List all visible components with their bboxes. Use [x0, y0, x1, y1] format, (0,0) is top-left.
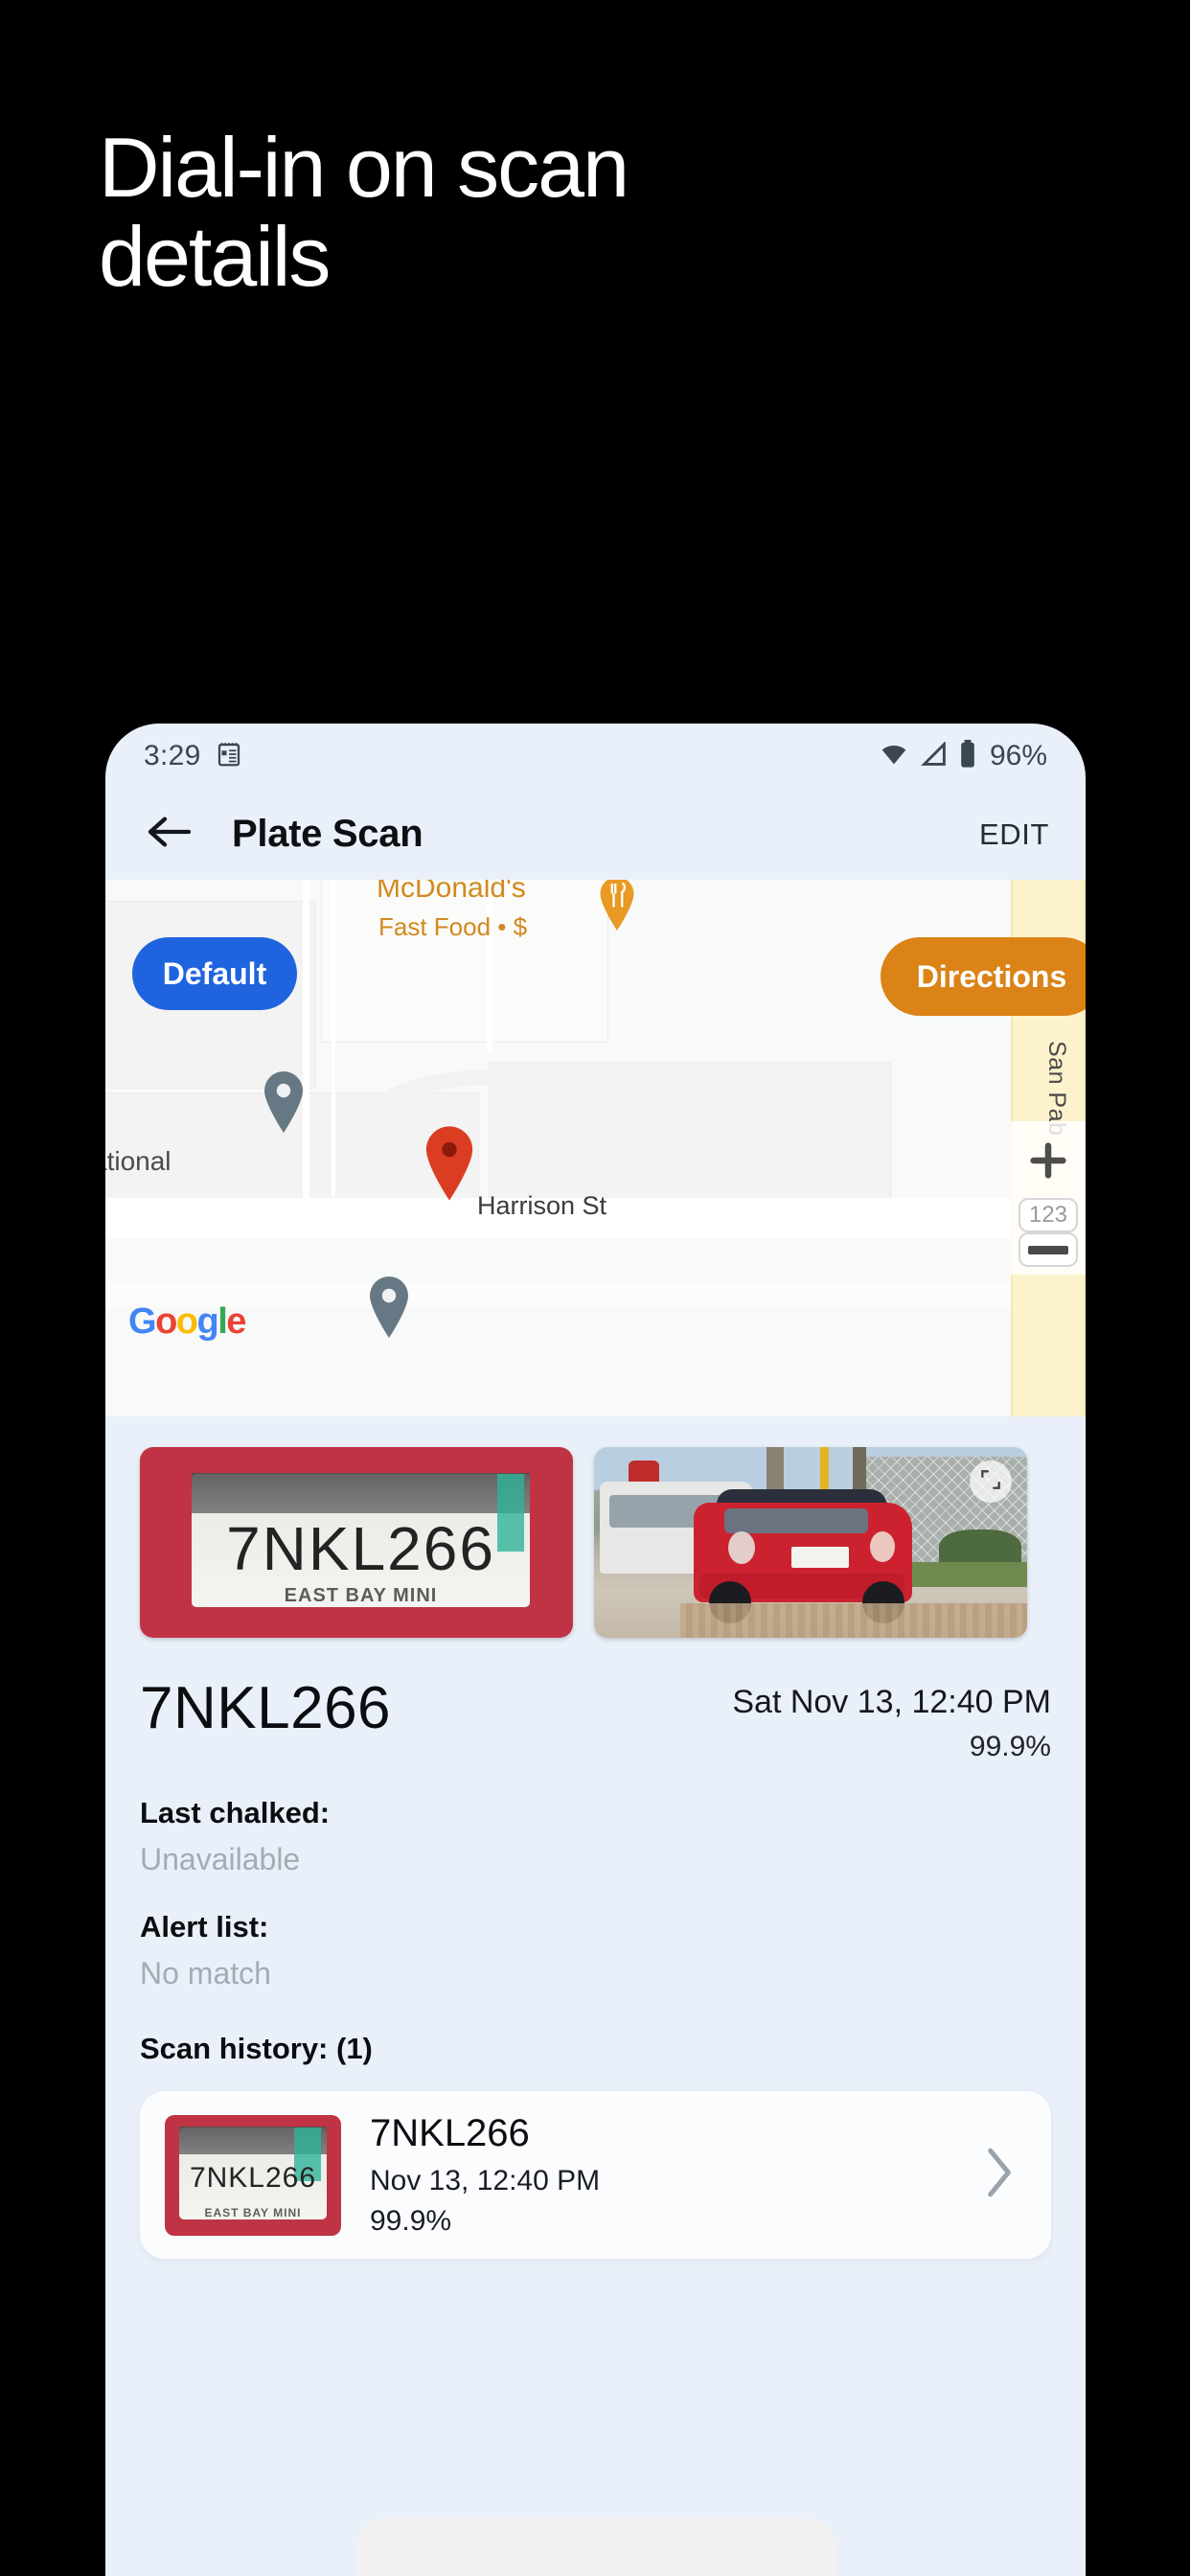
map-zoom-out-button[interactable] [1018, 1232, 1078, 1267]
scan-plate-number: 7NKL266 [140, 1675, 392, 1741]
map-view[interactable]: McDonald's Fast Food • $ San Pab ational… [105, 880, 1086, 1416]
status-time: 3:29 [144, 740, 201, 771]
app-bar: Plate Scan EDIT [105, 789, 1086, 880]
scan-confidence: 99.9% [969, 1731, 1051, 1762]
field-last-chalked-value: Unavailable [140, 1842, 301, 1876]
plate-photo[interactable]: 7NKL266 EAST BAY MINI [140, 1447, 573, 1638]
back-arrow-icon [146, 813, 194, 856]
chevron-right-icon [982, 2148, 1015, 2202]
plate-photo-inner: 7NKL266 EAST BAY MINI [192, 1472, 530, 1608]
scan-history-thumb-frame-text: EAST BAY MINI [204, 2206, 302, 2220]
plate-photo-frame-text: EAST BAY MINI [284, 1585, 438, 1607]
scan-meta: Sat Nov 13, 12:40 PM 99.9% [732, 1674, 1051, 1763]
edit-button[interactable]: EDIT [979, 817, 1049, 852]
page-title: Plate Scan [232, 813, 423, 855]
expand-icon [978, 1467, 1003, 1497]
map-street-label-partial: ational [105, 1146, 172, 1176]
vehicle-photo-taillight-left [728, 1531, 755, 1564]
page-headline: Dial-in on scan details [99, 120, 629, 305]
field-last-chalked-label: Last chalked: [140, 1796, 331, 1829]
field-last-chalked: Last chalked: Unavailable [140, 1796, 1051, 1877]
field-alert-list-label: Alert list: [140, 1910, 269, 1944]
scan-timestamp: Sat Nov 13, 12:40 PM [732, 1684, 1051, 1720]
vehicle-photo-plate [791, 1547, 849, 1568]
map-poi-subtitle: Fast Food • $ [378, 912, 528, 941]
scan-history-confidence: 99.9% [370, 2205, 452, 2237]
status-bar: 3:29 96% [105, 724, 1086, 789]
map-poi-name: McDonald's [377, 880, 526, 904]
map-zoom-controls: 123 [1011, 1121, 1086, 1275]
scan-history-text: 7NKL266 Nov 13, 12:40 PM 99.9% [370, 2112, 982, 2238]
scan-history-chevron[interactable] [982, 2147, 1026, 2203]
plate-photo-sticker [496, 1473, 524, 1552]
plate-photo-top-band [192, 1472, 530, 1513]
map-zoom-in-button[interactable] [1011, 1127, 1086, 1198]
notes-icon [215, 740, 243, 773]
scan-history-date: Nov 13, 12:40 PM [370, 2165, 601, 2196]
field-alert-list-value: No match [140, 1956, 271, 1990]
vehicle-photo-taillight-right [870, 1531, 895, 1562]
scan-history-item[interactable]: 7NKL266 EAST BAY MINI 7NKL266 Nov 13, 12… [140, 2091, 1051, 2259]
phone-frame: 3:29 96% Plate Scan EDIT McDonald's Fast… [105, 724, 1086, 2576]
map-marker-grey-2[interactable] [366, 1275, 412, 1340]
cell-signal-icon [920, 740, 949, 771]
vehicle-photo-car-window [724, 1508, 868, 1533]
scan-history-thumbnail: 7NKL266 EAST BAY MINI [165, 2114, 341, 2236]
vehicle-photo-scene [594, 1447, 1027, 1638]
plus-icon [1026, 1138, 1070, 1187]
map-marker-scan-location[interactable] [422, 1124, 477, 1203]
restaurant-pin-icon [597, 880, 637, 933]
bottom-action-ghost[interactable] [355, 2518, 835, 2576]
scan-history-plate: 7NKL266 [370, 2112, 530, 2154]
wifi-icon [879, 742, 909, 771]
battery-percent: 96% [989, 740, 1047, 771]
map-loop-road [337, 1070, 733, 1172]
status-bar-right: 96% [879, 739, 1047, 773]
map-directions-button[interactable]: Directions [881, 937, 1086, 1016]
vehicle-photo[interactable] [594, 1447, 1027, 1638]
map-street-label-harrison: Harrison St [477, 1191, 607, 1220]
map-shield-badge-1: 123 [1018, 1198, 1078, 1232]
scan-history-title: Scan history: (1) [140, 2032, 373, 2065]
scan-thumbnails: 7NKL266 EAST BAY MINI [140, 1447, 1051, 1638]
map-default-button[interactable]: Default [132, 937, 297, 1010]
google-logo: Google [128, 1301, 246, 1342]
map-marker-grey-1[interactable] [261, 1070, 307, 1135]
status-bar-left: 3:29 [144, 740, 243, 773]
battery-icon [959, 739, 976, 773]
back-button[interactable] [142, 807, 197, 862]
plate-photo-number: 7NKL266 [226, 1513, 495, 1583]
expand-photo-button[interactable] [970, 1460, 1012, 1503]
field-alert-list: Alert list: No match [140, 1910, 1051, 1991]
screenshot-root: Dial-in on scan details 3:29 96% Plate S… [0, 0, 1190, 2576]
scan-details-body: 7NKL266 EAST BAY MINI 7NKL266 Sat Nov 13… [105, 1416, 1086, 2259]
scan-summary-row: 7NKL266 Sat Nov 13, 12:40 PM 99.9% [140, 1674, 1051, 1763]
scan-history-thumb-number: 7NKL266 [189, 2162, 317, 2195]
scan-history-thumb-inner: 7NKL266 EAST BAY MINI [178, 2127, 328, 2220]
vehicle-photo-leaves [680, 1603, 1027, 1638]
